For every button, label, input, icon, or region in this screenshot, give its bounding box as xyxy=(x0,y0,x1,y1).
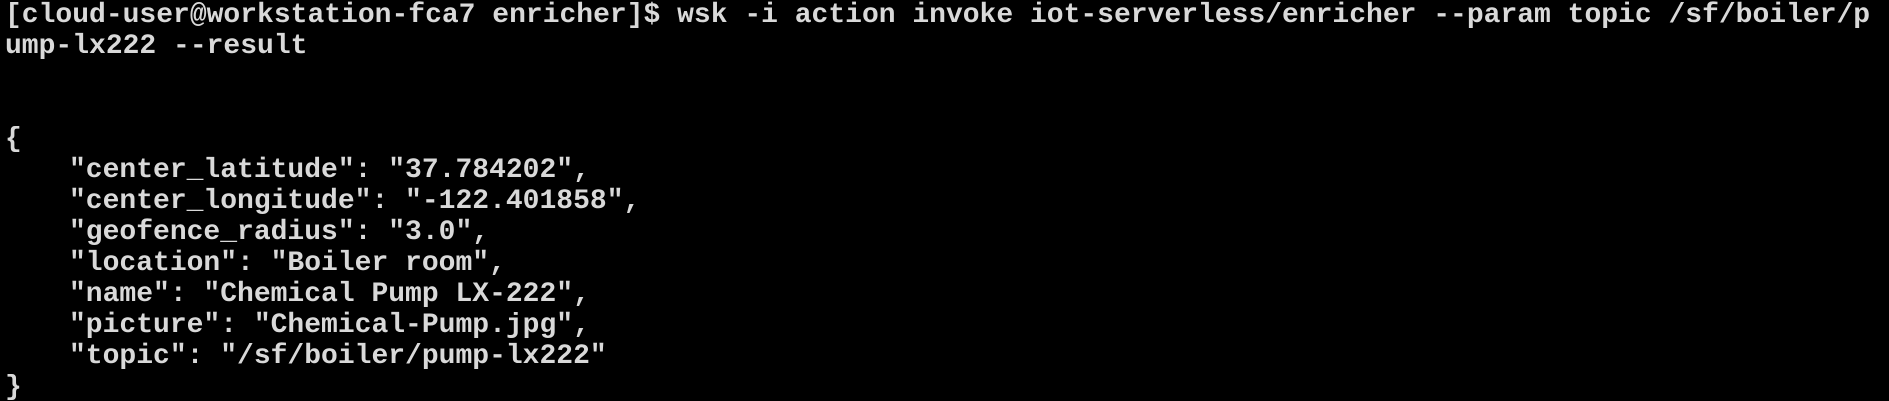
json-line-text: "center_latitude": "37.784202", xyxy=(69,155,590,186)
terminal-window[interactable]: [cloud-user@workstation-fca7 enricher]$ … xyxy=(0,0,1889,401)
command-line: [cloud-user@workstation-fca7 enricher]$ … xyxy=(5,0,1871,31)
json-line: "topic": "/sf/boiler/pump-lx222" xyxy=(5,341,607,372)
json-line: "name": "Chemical Pump LX-222", xyxy=(5,279,590,310)
json-line-text: "location": "Boiler room", xyxy=(69,248,506,279)
json-line: "picture": "Chemical-Pump.jpg", xyxy=(5,310,590,341)
json-line-text: "geofence_radius": "3.0", xyxy=(69,217,490,248)
json-close-brace: } xyxy=(5,372,22,401)
json-line: "location": "Boiler room", xyxy=(5,248,506,279)
json-open-brace: { xyxy=(5,124,22,155)
json-line: "center_latitude": "37.784202", xyxy=(5,155,590,186)
json-line: "geofence_radius": "3.0", xyxy=(5,217,489,248)
json-line-text: "picture": "Chemical-Pump.jpg", xyxy=(69,310,590,341)
json-line-text: "name": "Chemical Pump LX-222", xyxy=(69,279,590,310)
json-line: "center_longitude": "-122.401858", xyxy=(5,186,640,217)
command-line-wrap: ump-lx222 --result xyxy=(5,31,308,62)
json-line-text: "center_longitude": "-122.401858", xyxy=(69,186,641,217)
json-line-text: "topic": "/sf/boiler/pump-lx222" xyxy=(69,341,607,372)
